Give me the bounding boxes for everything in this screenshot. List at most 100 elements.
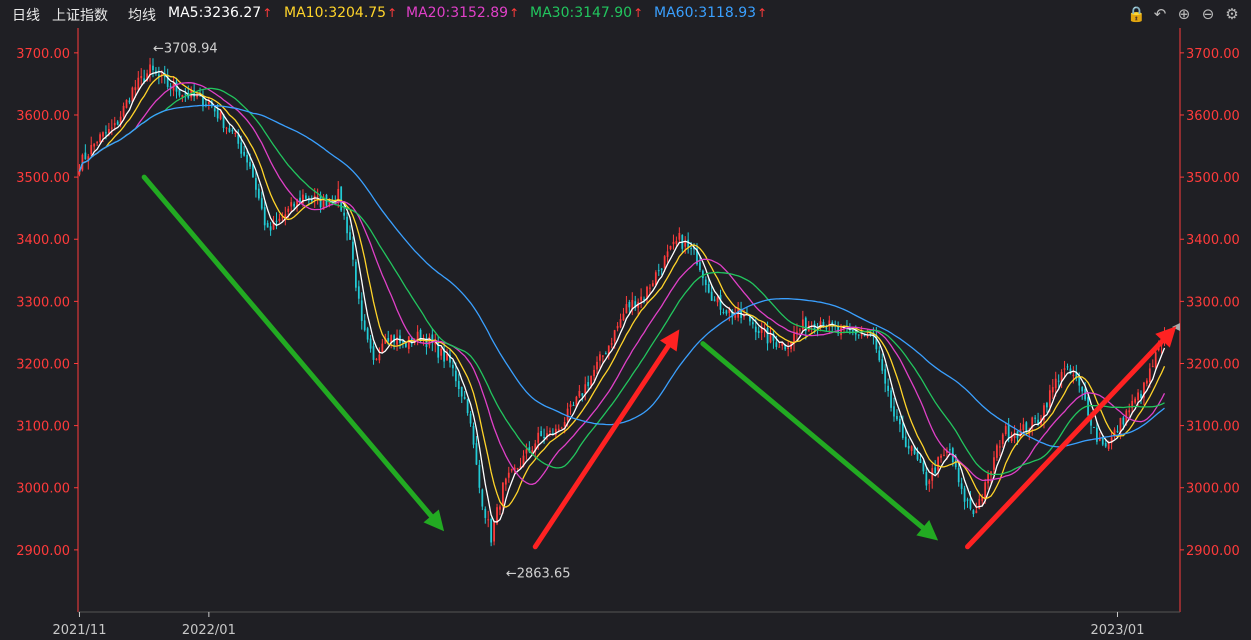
candle-body <box>137 77 140 90</box>
period-label[interactable]: 日线 <box>12 5 40 25</box>
candle-body <box>910 446 913 451</box>
candle-body <box>928 480 931 484</box>
candle-body <box>890 390 892 408</box>
candle-body <box>707 283 710 293</box>
y-tick-label-right: 2900.00 <box>1186 544 1240 559</box>
candle-body <box>122 105 125 117</box>
candle-body <box>566 408 569 421</box>
candle-body <box>593 369 595 377</box>
undo-icon[interactable]: ↶ <box>1151 5 1169 23</box>
candle-body <box>240 142 243 154</box>
candle-body <box>613 330 616 342</box>
zoom-out-icon[interactable]: ⊖ <box>1199 5 1217 23</box>
candle-body <box>719 294 722 310</box>
candle-body <box>131 87 134 102</box>
candle-body <box>1078 377 1081 386</box>
candle-body <box>102 132 104 137</box>
candle-body <box>1146 380 1148 384</box>
candle-body <box>857 334 860 336</box>
candle-body <box>1093 427 1095 429</box>
candle-body <box>716 297 719 303</box>
candle-body <box>507 472 510 478</box>
candle-body <box>893 406 895 417</box>
candle-body <box>1151 366 1154 368</box>
candle-body <box>493 522 495 542</box>
candle-body <box>1034 417 1037 419</box>
candle-body <box>722 312 725 314</box>
candle-body <box>454 370 457 382</box>
trend-arrow-shaft <box>700 341 926 531</box>
candle-body <box>293 203 296 207</box>
index-name[interactable]: 上证指数 <box>52 5 108 25</box>
candle-body <box>316 195 319 197</box>
candle-body <box>878 350 881 361</box>
candle-body <box>457 380 460 390</box>
candle-body <box>516 468 519 470</box>
candle-body <box>184 93 187 95</box>
candle-body <box>1004 426 1007 435</box>
candle-body <box>887 385 890 391</box>
y-tick-label: 3600.00 <box>16 109 70 124</box>
y-tick-label: 3700.00 <box>16 47 70 62</box>
candle-body <box>105 132 107 134</box>
candle-body <box>219 112 222 120</box>
candle-body <box>196 95 198 98</box>
lock-icon[interactable]: 🔒 <box>1127 5 1146 23</box>
candle-body <box>1140 393 1142 398</box>
candle-body <box>349 232 351 240</box>
candle-body <box>866 335 869 337</box>
candle-body <box>1122 417 1125 425</box>
candle-body <box>246 155 248 163</box>
candle-body <box>690 248 692 250</box>
candle-body <box>525 449 528 454</box>
candle-body <box>581 393 584 396</box>
candle-body <box>998 446 1001 448</box>
candle-body <box>587 382 590 387</box>
candle-body <box>1001 434 1004 444</box>
candle-body <box>178 90 181 96</box>
candle-body <box>596 361 598 370</box>
zoom-in-icon[interactable]: ⊕ <box>1175 5 1193 23</box>
y-tick-label: 3500.00 <box>16 171 70 186</box>
y-tick-label: 2900.00 <box>16 544 70 559</box>
candle-body <box>610 343 613 345</box>
candle-body <box>275 220 278 222</box>
y-tick-label-right: 3100.00 <box>1186 420 1240 435</box>
candle-body <box>1081 387 1084 392</box>
candle-body <box>940 455 942 458</box>
candle-body <box>366 328 369 340</box>
candle-body <box>1104 442 1107 447</box>
candle-body <box>354 261 357 288</box>
candle-body <box>93 143 96 147</box>
candle-body <box>407 336 410 349</box>
candle-body <box>466 399 469 414</box>
candle-body <box>713 299 716 301</box>
candle-body <box>687 239 690 248</box>
candle-body <box>416 331 419 340</box>
candle-body <box>754 326 757 333</box>
candle-body <box>375 358 378 360</box>
candle-body <box>948 449 951 451</box>
ma60-label: MA60:3118.93↑ <box>654 5 768 21</box>
candle-body <box>1054 378 1057 389</box>
y-tick-label: 3100.00 <box>16 420 70 435</box>
candle-body <box>1046 402 1048 408</box>
candle-body <box>734 315 737 318</box>
candle-body <box>278 218 281 221</box>
x-tick-label: 2022/01 <box>182 623 236 638</box>
indicator-label[interactable]: 均线 <box>128 5 156 25</box>
settings-icon[interactable]: ⚙ <box>1223 5 1241 23</box>
candle-body <box>799 329 801 331</box>
candlestick-chart[interactable]: 2900.00 2900.00 3000.00 3000.00 3100.00 3100.… <box>0 28 1251 640</box>
x-tick-label: 2021/11 <box>52 623 106 638</box>
candle-body <box>452 364 454 369</box>
candle-body <box>704 279 707 285</box>
candle-body <box>463 397 466 399</box>
candle-body <box>1116 430 1119 433</box>
y-tick-label-right: 3600.00 <box>1186 109 1240 124</box>
candle-body <box>369 338 372 349</box>
candle-body <box>1007 424 1010 439</box>
candle-body <box>840 327 842 336</box>
candle-body <box>907 445 910 449</box>
candle-body <box>901 423 904 438</box>
